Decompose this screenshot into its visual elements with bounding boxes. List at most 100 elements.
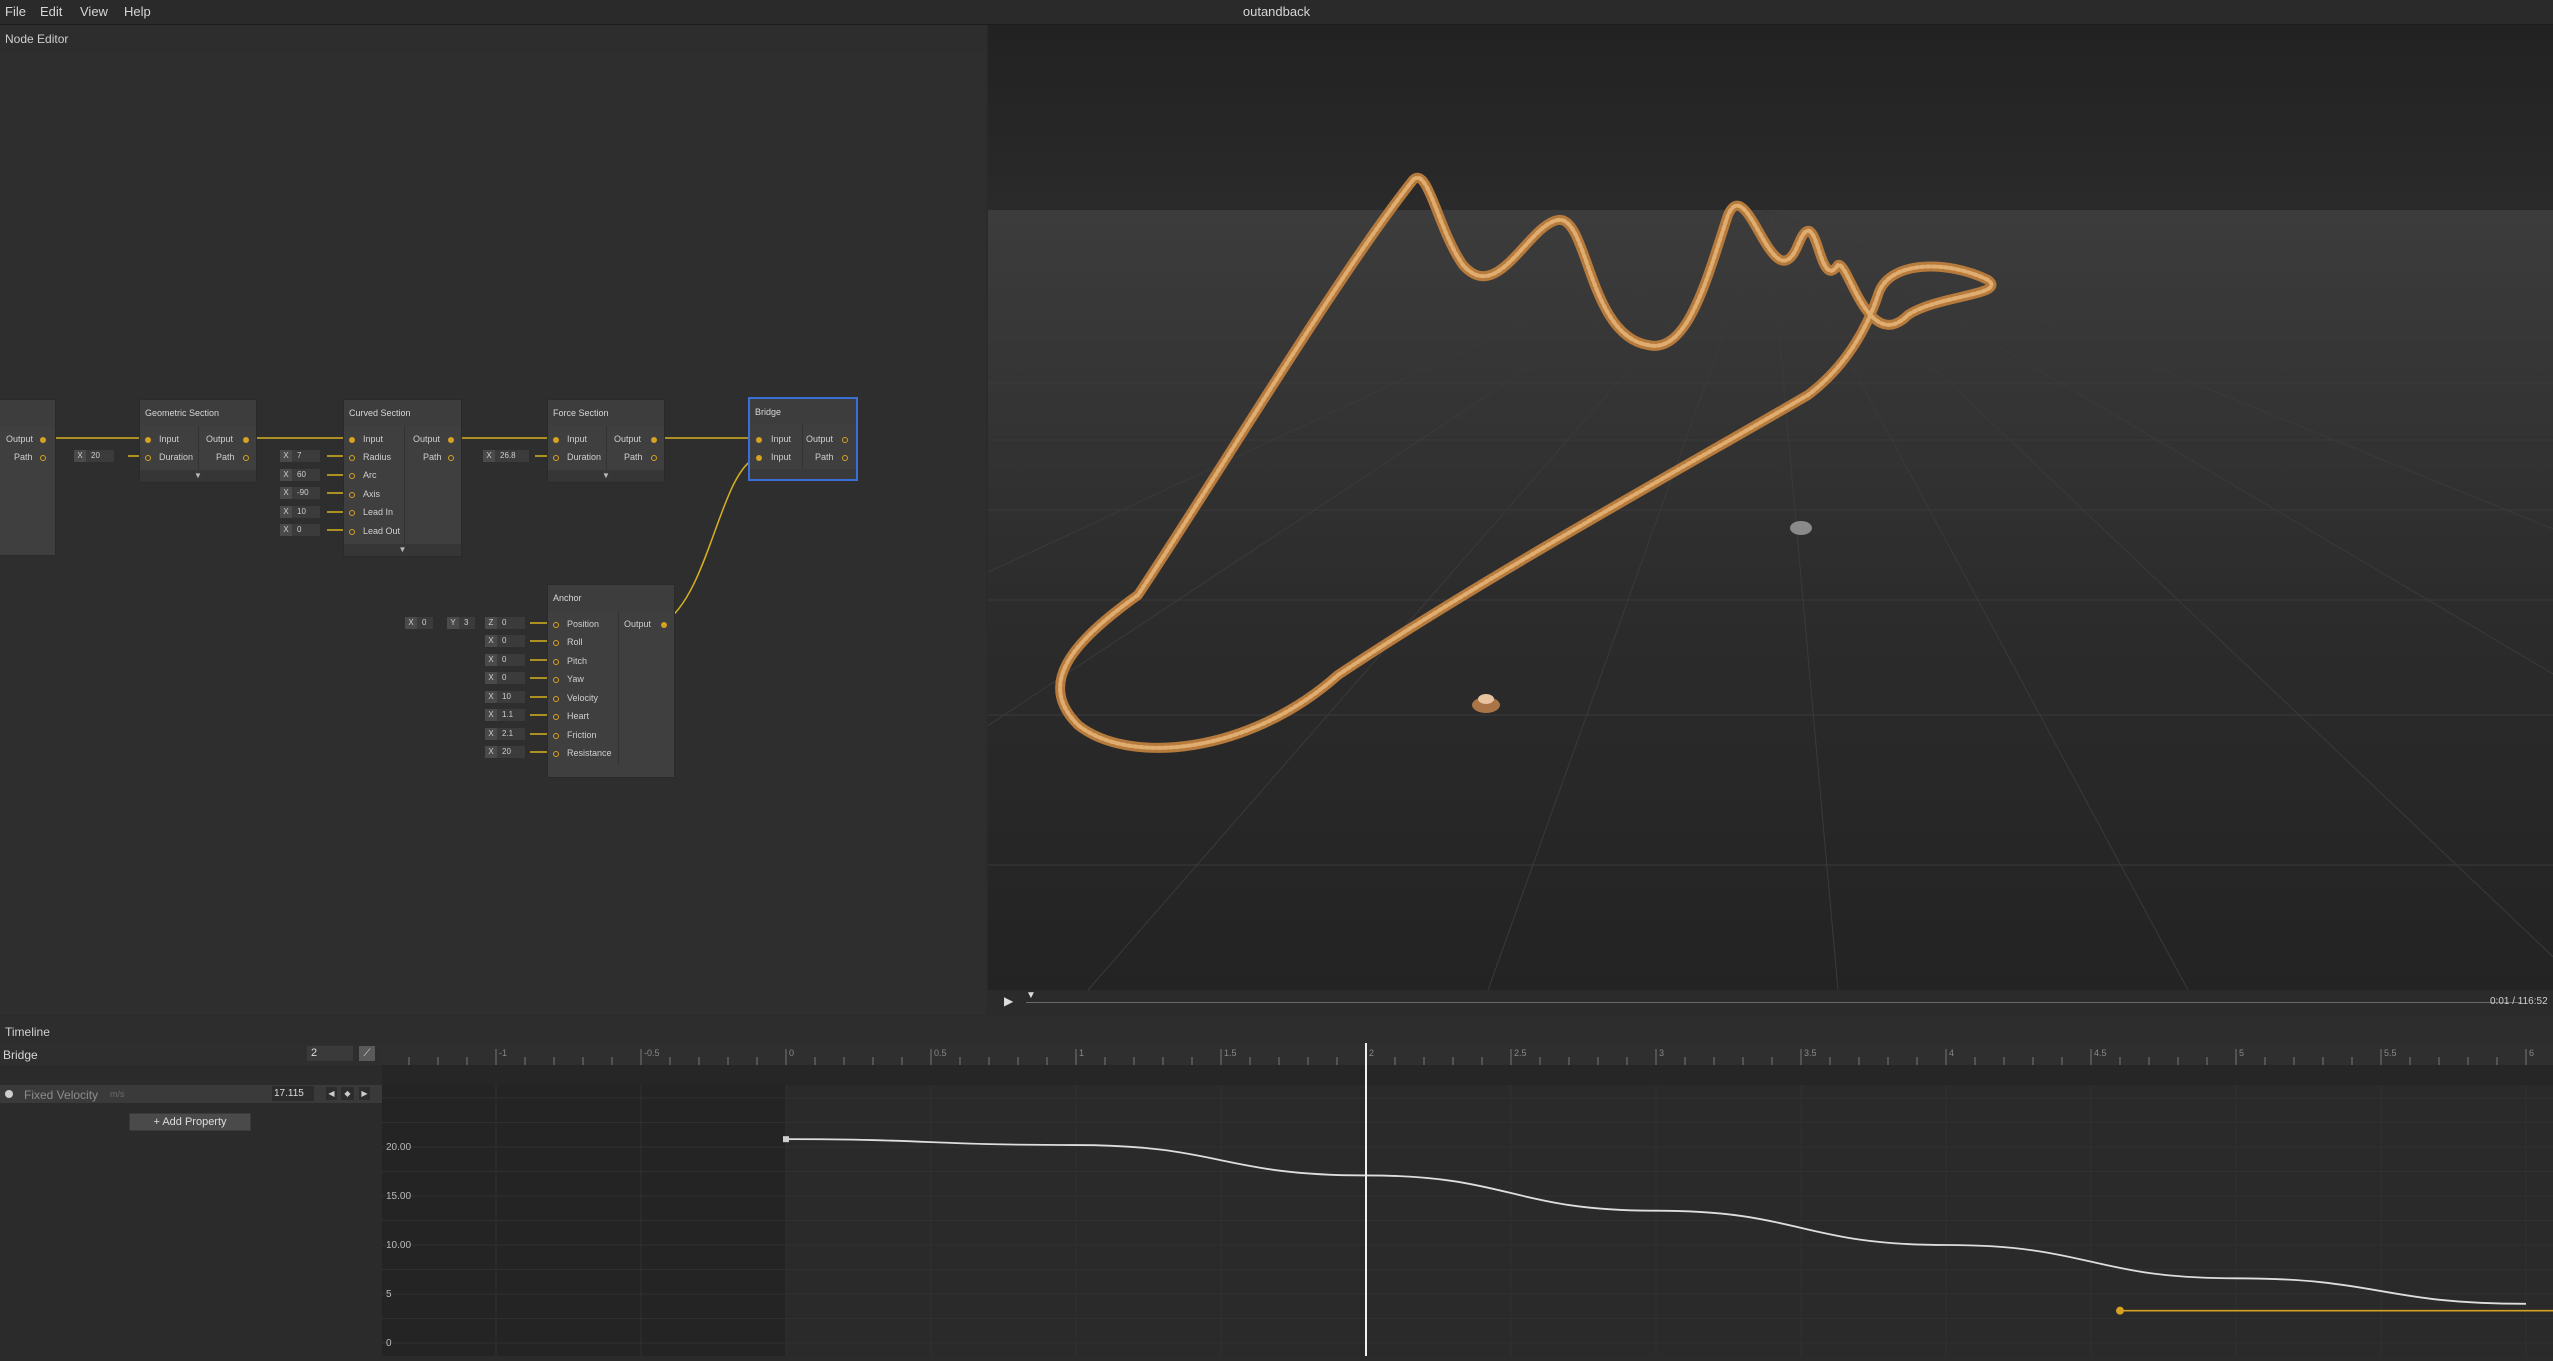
next-keyframe-icon[interactable]: ▶ [359, 1087, 370, 1100]
graph-mode-icon[interactable]: ⟋ [359, 1046, 375, 1061]
ruler-label: 1 [1079, 1048, 1084, 1058]
port-radius[interactable] [349, 455, 355, 461]
property-visibility-icon[interactable] [5, 1090, 13, 1098]
prev-keyframe-icon[interactable]: ◀ [326, 1087, 337, 1100]
anchor-position-x-field[interactable]: X0 [405, 617, 433, 629]
node-force-section[interactable]: Force Section Input Duration Output Path… [547, 399, 665, 483]
node-curved-section[interactable]: Curved Section Input Output Path Radius … [343, 399, 462, 557]
node-editor-title: Node Editor [5, 32, 69, 46]
port-duration[interactable] [145, 455, 151, 461]
port-path[interactable] [448, 455, 454, 461]
scrub-handle-icon[interactable]: ▼ [1026, 990, 1036, 1001]
anchor-velocity-field[interactable]: X 10 [485, 691, 525, 703]
port-output[interactable] [651, 437, 657, 443]
port-input-2[interactable] [756, 455, 762, 461]
port-input-label: Input [159, 434, 180, 444]
port-output[interactable] [661, 622, 667, 628]
anchor-friction-field[interactable]: X 2.1 [485, 728, 525, 740]
port-path[interactable] [40, 455, 46, 461]
node-expand-toggle[interactable]: ▼ [548, 470, 664, 482]
menu-help[interactable]: Help [124, 4, 151, 19]
menu-bar: File Edit View Help outandback [0, 0, 2553, 25]
port-input-label: Input [363, 434, 384, 444]
port-input[interactable] [756, 437, 762, 443]
port-output[interactable] [40, 437, 46, 443]
port-roll[interactable] [553, 640, 559, 646]
axis-label: X [485, 654, 497, 666]
property-row[interactable]: Fixed Velocity m/s 17.115 ◀ ◆ ▶ [0, 1085, 382, 1103]
curved-lead-in-field[interactable]: X 10 [280, 506, 320, 518]
track-row[interactable]: Bridge 2 ⟋ [0, 1043, 382, 1065]
curved-axis-field[interactable]: X -90 [280, 487, 320, 499]
port-lead-out[interactable] [349, 529, 355, 535]
property-value-input[interactable]: 17.115 [272, 1086, 314, 1101]
curved-radius-field[interactable]: X7 [280, 450, 320, 462]
field-value: 60 [297, 470, 306, 479]
node-expand-toggle[interactable]: ▼ [344, 544, 461, 556]
anchor-resistance-field[interactable]: X 20 [485, 746, 525, 758]
port-input[interactable] [349, 437, 355, 443]
axis-label: X [280, 506, 292, 518]
port-output[interactable] [448, 437, 454, 443]
port-pitch[interactable] [553, 659, 559, 665]
anchor-pitch-field[interactable]: X0 [485, 654, 525, 666]
port-lead-in[interactable] [349, 510, 355, 516]
node-geometric-section[interactable]: Geometric Section Input Duration Output … [139, 399, 257, 483]
curved-arc-field[interactable]: X 60 [280, 469, 320, 481]
node-editor-canvas[interactable]: Output Path Geometric Section Input Dura… [0, 52, 986, 1015]
axis-label: X [485, 709, 497, 721]
3d-viewport[interactable] [87, 25, 2553, 991]
port-axis[interactable] [349, 492, 355, 498]
port-input[interactable] [553, 437, 559, 443]
track-value-input[interactable]: 2 [307, 1046, 353, 1061]
timeline-graph-panel[interactable]: -1 -0.5 0 0.5 1 1.5 2 2.5 3 3.5 4 4.5 5 5.5 6 20.00 15.… [382, 1043, 2553, 1356]
anchor-position-y-field[interactable]: Y3 [447, 617, 475, 629]
menu-view[interactable]: View [80, 4, 108, 19]
port-path[interactable] [243, 455, 249, 461]
port-output[interactable] [842, 437, 848, 443]
port-path-label: Path [423, 452, 442, 462]
port-yaw[interactable] [553, 677, 559, 683]
axis-label: X [405, 617, 417, 629]
field-value: 0 [422, 618, 427, 627]
anchor-heart-field[interactable]: X 1.1 [485, 709, 525, 721]
port-arc[interactable] [349, 473, 355, 479]
port-resistance[interactable] [553, 751, 559, 757]
port-input[interactable] [145, 437, 151, 443]
port-path[interactable] [651, 455, 657, 461]
node-partial[interactable]: Output Path [0, 399, 56, 556]
axis-label: X [280, 450, 292, 462]
geometric-duration-field[interactable]: X 20 [74, 450, 114, 462]
node-title: Curved Section [344, 400, 461, 426]
scrub-bar[interactable] [1026, 1002, 2521, 1003]
ruler-label: 0.5 [934, 1048, 947, 1058]
port-heart[interactable] [553, 714, 559, 720]
node-bridge[interactable]: Bridge Input Input Output Path [748, 397, 858, 481]
property-unit: m/s [110, 1089, 125, 1099]
port-velocity[interactable] [553, 696, 559, 702]
smoke-icon [1790, 521, 1812, 535]
curved-lead-out-field[interactable]: X0 [280, 524, 320, 536]
play-icon[interactable]: ▶ [1004, 994, 1013, 1008]
port-pitch-label: Pitch [567, 656, 588, 666]
port-friction[interactable] [553, 733, 559, 739]
field-value: 20 [502, 747, 511, 756]
force-duration-field[interactable]: X 26.8 [483, 450, 529, 462]
port-output[interactable] [243, 437, 249, 443]
add-property-button[interactable]: + Add Property [129, 1113, 251, 1131]
menu-edit[interactable]: Edit [40, 4, 62, 19]
add-keyframe-icon[interactable]: ◆ [341, 1087, 354, 1100]
anchor-yaw-field[interactable]: X0 [485, 672, 525, 684]
node-anchor[interactable]: Anchor Output Position Roll Pitch Yaw Ve… [547, 584, 675, 778]
menu-file[interactable]: File [5, 4, 26, 19]
port-path[interactable] [842, 455, 848, 461]
node-expand-toggle[interactable]: ▼ [140, 470, 256, 482]
port-lead-out-label: Lead Out [363, 526, 401, 536]
port-position[interactable] [553, 622, 559, 628]
wire-anchor-bridge [663, 456, 758, 624]
port-duration[interactable] [553, 455, 559, 461]
anchor-roll-field[interactable]: X0 [485, 635, 525, 647]
port-roll-label: Roll [567, 637, 583, 647]
ruler-label: 5 [2239, 1048, 2244, 1058]
anchor-position-z-field[interactable]: Z0 [485, 617, 525, 629]
